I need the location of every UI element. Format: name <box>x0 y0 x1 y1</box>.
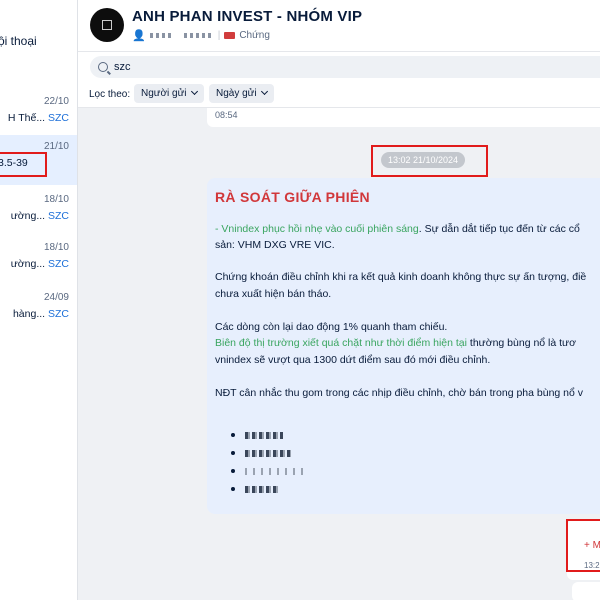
group-avatar[interactable] <box>90 8 124 42</box>
member-count-blur <box>183 32 214 38</box>
conversation-date: 21/10 <box>43 141 69 152</box>
message-line: Biên độ thị trường xiết quá chặt như thờ… <box>215 337 576 349</box>
redacted-text <box>245 431 283 439</box>
chevron-down-icon <box>190 87 198 96</box>
message-line: vnindex sẽ vượt qua 1300 dứt điểm sau đó… <box>215 354 491 366</box>
date-filter-dropdown[interactable]: Ngày gửi <box>209 84 274 103</box>
redacted-text <box>245 449 291 457</box>
list-item <box>231 484 279 494</box>
conversation-date: 18/10 <box>43 242 69 253</box>
search-area: szc <box>78 52 600 80</box>
highlight-box <box>566 519 600 572</box>
message-line: - Vnindex phục hồi nhẹ vào cuối phiên sá… <box>215 223 580 235</box>
message-line: Chứng khoán điều chỉnh khi ra kết quả ki… <box>215 271 587 283</box>
list-item <box>231 448 291 458</box>
message-line: NĐT cân nhắc thu gom trong các nhịp điều… <box>215 387 584 399</box>
conversation-snippet: H Thế... SZC <box>7 112 69 124</box>
search-query: szc <box>114 61 131 73</box>
conversation-item[interactable]: 24/09 hàng... SZC <box>0 286 77 336</box>
list-item <box>231 430 283 440</box>
conversation-snippet: hàng... SZC <box>12 308 69 320</box>
group-tag[interactable]: Chứng <box>239 30 270 41</box>
search-input[interactable]: szc <box>90 56 600 78</box>
redacted-text <box>245 467 307 475</box>
conversation-snippet: ường... SZC <box>10 210 69 222</box>
tag-icon <box>224 31 236 39</box>
member-count-blur <box>149 32 172 38</box>
conversation-item[interactable]: 18/10 ường... SZC <box>0 236 77 286</box>
list-item <box>231 466 307 476</box>
next-message[interactable] <box>572 582 600 600</box>
conversation-date: 24/09 <box>43 292 69 303</box>
highlight-box <box>371 145 488 177</box>
conversation-item[interactable]: 18/10 ường... SZC <box>0 188 77 238</box>
filter-bar: Lọc theo: Người gửi Ngày gửi <box>78 80 600 108</box>
message-time: 08:54 <box>215 110 238 120</box>
redacted-text <box>245 485 279 493</box>
group-name[interactable]: ANH PHAN INVEST - NHÓM VIP <box>132 8 362 25</box>
group-meta: 👤 | Chứng <box>132 29 270 42</box>
message-title: RÀ SOÁT GIỮA PHIÊN <box>215 189 370 205</box>
conversation-snippet: ường... SZC <box>10 258 69 270</box>
sidebar-title: ội thoại <box>0 34 37 48</box>
previous-message[interactable]: 08:54 <box>207 108 600 127</box>
conversation-item[interactable]: 22/10 H Thế... SZC <box>0 90 77 140</box>
message-bubble[interactable]: RÀ SOÁT GIỮA PHIÊN - Vnindex phục hồi nh… <box>207 178 600 514</box>
conversation-sidebar: ội thoại 22/10 H Thế... SZC 21/10 3.5-39… <box>0 0 78 600</box>
conversation-date: 22/10 <box>43 96 69 107</box>
chat-area[interactable]: 08:54 13:02 21/10/2024 RÀ SOÁT GIỮA PHIÊ… <box>78 108 600 600</box>
chat-header: ANH PHAN INVEST - NHÓM VIP 👤 | Chứng <box>78 0 600 52</box>
chevron-down-icon <box>260 87 268 96</box>
search-icon <box>98 62 108 72</box>
highlight-box <box>0 152 47 177</box>
member-icon[interactable]: 👤 <box>132 29 146 42</box>
filter-label: Lọc theo: <box>89 89 131 100</box>
conversation-date: 18/10 <box>43 194 69 205</box>
message-line: chưa xuất hiện bán tháo. <box>215 288 332 300</box>
message-line: sản: VHM DXG VRE VIC. <box>215 239 335 251</box>
message-line: Các dòng còn lại dao động 1% quanh tham … <box>215 321 448 333</box>
sender-filter-dropdown[interactable]: Người gửi <box>134 84 204 103</box>
app-window: ội thoại 22/10 H Thế... SZC 21/10 3.5-39… <box>0 0 600 600</box>
